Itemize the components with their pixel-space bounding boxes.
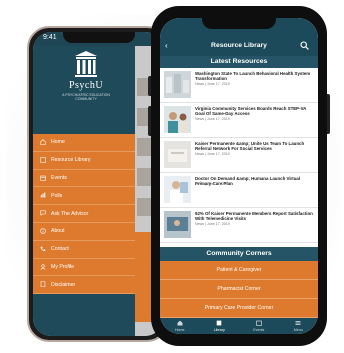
document-icon <box>40 281 46 288</box>
menu-item-label: Disclaimer <box>51 281 76 288</box>
power-button <box>327 94 330 134</box>
info-icon <box>40 228 46 234</box>
menu-item-label: About <box>51 228 65 235</box>
news-thumbnail <box>164 106 191 133</box>
news-thumbnail <box>164 71 191 98</box>
list-item[interactable]: Virginia Community Services Boards Reach… <box>160 103 318 138</box>
tab-events[interactable]: Events <box>239 318 279 334</box>
chart-icon <box>40 192 46 198</box>
corner-pharmacist[interactable]: Pharmacist Corner <box>160 280 318 299</box>
mute-switch <box>148 76 151 96</box>
tab-label: Library <box>213 328 225 332</box>
calendar-icon <box>40 175 46 181</box>
menu-item-resource-library[interactable]: Resource Library <box>33 151 135 170</box>
logo-tagline: A PSYCHIATRIC EDUCATION COMMUNITY <box>62 93 110 101</box>
menu-item-label: My Profile <box>51 263 75 270</box>
side-menu: PsychU A PSYCHIATRIC EDUCATION COMMUNITY… <box>33 32 135 336</box>
tab-menu[interactable]: Menu <box>279 318 319 334</box>
list-item[interactable]: Washington State To Launch Behavioral He… <box>160 68 318 103</box>
list-item[interactable]: 92% Of Kaiser Permanente Members Report … <box>160 208 318 243</box>
menu-item-label: Events <box>51 174 67 181</box>
tab-label: Menu <box>293 328 303 332</box>
news-title: Kaiser Permanente &amp; Unite Us Team To… <box>195 141 305 152</box>
menu-item-events[interactable]: Events <box>33 169 135 188</box>
menu-item-polls[interactable]: Polls <box>33 187 135 206</box>
news-thumbnail <box>164 211 191 238</box>
notch <box>202 18 276 29</box>
tab-home[interactable]: Home <box>160 318 200 334</box>
news-title: Virginia Community Services Boards Reach… <box>195 106 307 117</box>
menu-item-label: Polls <box>51 192 63 199</box>
menu-item-ask-the-advisor[interactable]: Ask The Advisor <box>33 205 135 223</box>
news-meta: News | June 17, 2019 <box>195 152 230 156</box>
calendar-icon <box>256 320 262 326</box>
front-phone-screen: ‹ Resource Library Latest Resources Wash… <box>160 18 318 334</box>
menu-item-home[interactable]: Home <box>33 134 135 152</box>
back-phone-screen: PsychU A PSYCHIATRIC EDUCATION COMMUNITY… <box>33 32 163 336</box>
news-title: 92% Of Kaiser Permanente Members Report … <box>195 211 313 222</box>
latest-resources-heading: Latest Resources <box>160 56 318 68</box>
user-icon <box>40 263 46 270</box>
pillars-icon <box>75 51 97 77</box>
menu-item-label: Resource Library <box>51 157 91 164</box>
notch <box>63 32 135 43</box>
list-item[interactable]: Doctor On Demand &amp; Humana Launch Vir… <box>160 173 318 208</box>
book-icon <box>40 157 46 163</box>
status-time: 9:41 <box>43 34 57 41</box>
tab-label: Events <box>253 328 265 332</box>
menu-item-disclaimer[interactable]: Disclaimer <box>33 276 135 295</box>
psychu-logo: PsychU A PSYCHIATRIC EDUCATION COMMUNITY <box>59 50 113 104</box>
news-meta: News | June 17, 2019 <box>195 117 230 121</box>
home-icon <box>40 139 46 145</box>
news-meta: News | June 17, 2019 <box>195 222 230 226</box>
news-title: Washington State To Launch Behavioral He… <box>195 71 311 82</box>
corner-patient-caregiver[interactable]: Patient & Caregiver <box>160 261 318 280</box>
logo-wordmark: PsychU <box>68 80 104 91</box>
book-icon <box>216 320 222 326</box>
tab-library[interactable]: Library <box>200 318 240 334</box>
news-thumbnail <box>164 176 191 203</box>
menu-item-label: Home <box>51 139 65 146</box>
news-meta: News | June 17, 2019 <box>195 82 230 86</box>
tab-label: Home <box>174 328 185 332</box>
menu-item-contact[interactable]: Contact <box>33 240 135 259</box>
volume-button <box>148 106 151 136</box>
menu-item-about[interactable]: About <box>33 222 135 241</box>
page-title: Resource Library <box>211 42 267 49</box>
menu-item-my-profile[interactable]: My Profile <box>33 258 135 277</box>
phone-icon <box>40 246 46 251</box>
corner-primary-care-provider[interactable]: Primary Care Provider Corner <box>160 299 318 318</box>
news-thumbnail <box>164 141 191 168</box>
community-corners-heading: Community Corners <box>160 247 318 261</box>
news-meta: News | June 17, 2019 <box>195 182 230 186</box>
search-icon[interactable] <box>300 41 309 50</box>
front-phone: ‹ Resource Library Latest Resources Wash… <box>148 6 330 346</box>
news-list: Washington State To Launch Behavioral He… <box>160 68 318 243</box>
tab-bar: Home Library Events Menu <box>160 318 318 334</box>
menu-item-label: Ask The Advisor <box>51 210 89 217</box>
back-phone: PsychU A PSYCHIATRIC EDUCATION COMMUNITY… <box>27 26 169 342</box>
menu-list: Home Resource Library Events Polls Ask T… <box>33 134 135 295</box>
chat-icon <box>40 210 46 217</box>
home-icon <box>177 320 183 326</box>
menu-icon <box>295 321 301 325</box>
menu-item-label: Contact <box>51 246 69 253</box>
list-item[interactable]: Kaiser Permanente &amp; Unite Us Team To… <box>160 138 318 173</box>
